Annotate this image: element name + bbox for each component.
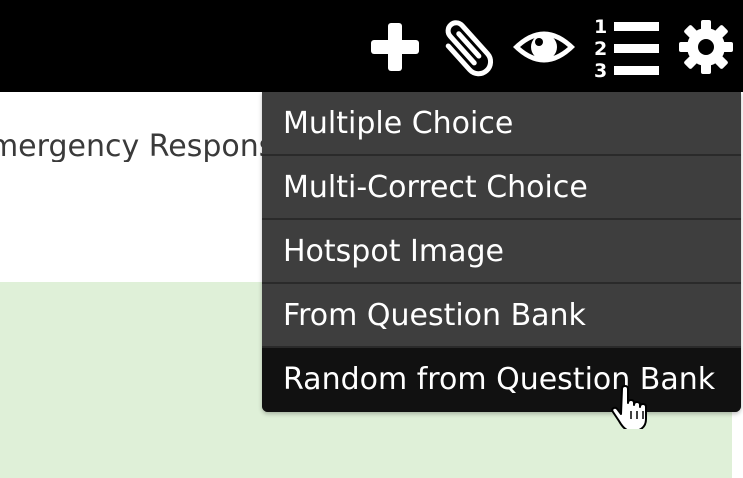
gear-icon[interactable] xyxy=(676,14,736,80)
add-icon[interactable] xyxy=(368,14,422,80)
svg-text:3: 3 xyxy=(594,60,607,81)
eye-icon[interactable] xyxy=(510,14,578,80)
svg-text:2: 2 xyxy=(594,38,607,60)
menu-item-hotspot-image[interactable]: Hotspot Image xyxy=(262,220,741,284)
document-title: Emergency Response P xyxy=(0,132,262,162)
top-toolbar: 1 2 3 xyxy=(0,0,743,92)
menu-item-random-from-question-bank[interactable]: Random from Question Bank xyxy=(262,348,741,412)
paperclip-icon[interactable] xyxy=(438,14,498,80)
menu-item-from-question-bank[interactable]: From Question Bank xyxy=(262,284,741,348)
svg-text:1: 1 xyxy=(594,16,607,38)
menu-item-multiple-choice[interactable]: Multiple Choice xyxy=(262,92,741,156)
add-question-menu: Multiple Choice Multi-Correct Choice Hot… xyxy=(262,92,741,412)
numbered-list-icon[interactable]: 1 2 3 xyxy=(592,14,662,81)
menu-item-multi-correct-choice[interactable]: Multi-Correct Choice xyxy=(262,156,741,220)
